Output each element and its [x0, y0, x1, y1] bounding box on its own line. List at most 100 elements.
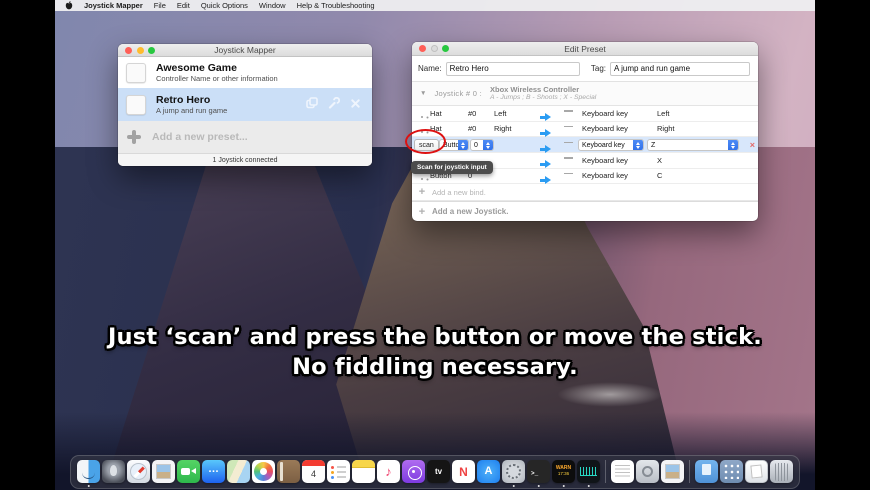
dock-trash-icon[interactable]	[770, 460, 793, 483]
edit-window-titlebar[interactable]: Edit Preset	[412, 42, 758, 56]
preset-thumbnail	[126, 62, 146, 83]
dock-applications-folder-icon[interactable]	[720, 460, 743, 483]
minimize-button[interactable]	[136, 47, 144, 54]
menu-app-name[interactable]: Joystick Mapper	[84, 1, 143, 10]
output-value: C	[657, 171, 663, 181]
close-button[interactable]	[125, 47, 132, 54]
dock-facetime-icon[interactable]	[177, 460, 200, 483]
dock-appstore-icon[interactable]: A	[477, 460, 500, 483]
dock-downloads-folder-icon[interactable]	[695, 460, 718, 483]
dock-launchpad-icon[interactable]	[102, 460, 125, 483]
zoom-button[interactable]	[148, 47, 155, 54]
close-button[interactable]	[419, 45, 426, 52]
dock-system-preferences-icon[interactable]	[502, 460, 525, 487]
dock-reminders-icon[interactable]	[327, 460, 350, 483]
menu-bar: Joystick Mapper File Edit Quick Options …	[55, 0, 815, 11]
menu-item-help[interactable]: Help & Troubleshooting	[297, 1, 375, 10]
controller-name: Xbox Wireless Controller	[490, 85, 580, 94]
popup-stepper-icon	[728, 140, 738, 150]
dock-safari-icon[interactable]	[127, 460, 150, 483]
minimize-button-disabled	[430, 45, 438, 52]
dock-activity-monitor-icon[interactable]	[577, 460, 600, 487]
output-device: Keyboard key	[582, 155, 628, 165]
dock: … 4 ♪ tv N A >_ WARN 17:36	[70, 455, 800, 489]
add-bind-row[interactable]: + Add a new bind.	[412, 184, 758, 201]
dock-pictures-icon[interactable]	[661, 460, 684, 483]
input-value: Right	[494, 124, 512, 134]
running-indicator-dot	[512, 484, 515, 487]
popup-stepper-icon	[483, 140, 493, 150]
joystick-section-header[interactable]: ▼ Joystick # 0 : Xbox Wireless Controlle…	[412, 82, 758, 106]
preset-thumbnail	[126, 94, 146, 115]
input-index-popup[interactable]: 0	[470, 139, 494, 151]
dock-calendar-icon[interactable]: 4	[302, 460, 325, 483]
preset-row-awesome-game[interactable]: Awesome Game Controller Name or other in…	[118, 57, 372, 88]
dock-disk-utility-icon[interactable]	[636, 460, 659, 483]
output-device: Keyboard key	[582, 171, 628, 181]
add-bind-plus-icon: +	[418, 186, 426, 198]
dock-notes-icon[interactable]	[352, 460, 375, 483]
menu-item-file[interactable]: File	[154, 1, 166, 10]
dock-messages-icon[interactable]: …	[202, 460, 225, 483]
joystick-mapper-window: Joystick Mapper Awesome Game Controller …	[118, 44, 372, 166]
dock-documents-stack-icon[interactable]	[745, 460, 768, 483]
add-preset-label: Add a new preset...	[152, 131, 248, 143]
dock-finder-icon[interactable]	[77, 460, 100, 487]
output-value: Right	[657, 124, 675, 134]
output-device-popup[interactable]: Keyboard key	[578, 139, 644, 151]
bind-row-hat-right[interactable]: Hat #0 Right Keyboard key Right	[412, 122, 758, 137]
dock-preview-icon[interactable]	[152, 460, 175, 483]
dock-retro-game-icon[interactable]: WARN 17:36	[552, 460, 575, 487]
output-value: X	[657, 155, 663, 165]
dock-podcasts-icon[interactable]	[402, 460, 425, 483]
name-tag-row: Name: Tag:	[412, 56, 758, 82]
dock-tv-icon[interactable]: tv	[427, 460, 450, 483]
input-index: #0	[468, 108, 477, 118]
dock-contacts-icon[interactable]	[277, 460, 300, 483]
delete-bind-icon[interactable]: ×	[750, 140, 755, 150]
apple-menu-icon[interactable]	[65, 1, 73, 10]
output-device: Keyboard key	[582, 108, 628, 118]
popup-stepper-icon	[458, 140, 468, 150]
screen: Joystick Mapper File Edit Quick Options …	[0, 0, 870, 490]
input-index: #0	[468, 124, 477, 134]
preset-row-retro-hero-selected[interactable]: Retro Hero A jump and run game	[118, 88, 372, 121]
dock-separator	[689, 460, 690, 483]
caption-text: Just ‘scan’ and press the button or move…	[55, 322, 815, 382]
dock-maps-icon[interactable]	[227, 460, 250, 483]
name-label: Name:	[418, 64, 442, 73]
preset-name-input[interactable]	[445, 61, 580, 76]
chevron-down-icon[interactable]: ▼	[420, 90, 426, 97]
dock-news-icon[interactable]: N	[452, 460, 475, 483]
add-joystick-plus-icon: +	[418, 205, 426, 218]
tag-label: Tag:	[590, 64, 606, 73]
edit-preset-wrench-icon[interactable]	[328, 96, 341, 114]
dock-photos-icon[interactable]	[252, 460, 275, 483]
output-key-popup[interactable]: Z	[647, 139, 739, 151]
preset-description: Controller Name or other information	[156, 74, 278, 83]
dock-music-icon[interactable]: ♪	[377, 460, 400, 483]
zoom-button[interactable]	[442, 45, 449, 52]
menu-item-quick-options[interactable]: Quick Options	[201, 1, 248, 10]
menu-item-window[interactable]: Window	[259, 1, 286, 10]
dock-terminal-icon[interactable]: >_	[527, 460, 550, 487]
edit-window-title: Edit Preset	[564, 43, 606, 54]
add-preset-row[interactable]: Add a new preset...	[118, 121, 372, 153]
input-value: Left	[494, 108, 507, 118]
menu-item-edit[interactable]: Edit	[177, 1, 190, 10]
preset-tag-input[interactable]	[610, 61, 750, 76]
add-joystick-label: Add a new Joystick.	[432, 207, 509, 216]
preset-window-titlebar[interactable]: Joystick Mapper	[118, 44, 372, 57]
input-type: Hat	[430, 108, 442, 118]
running-indicator-dot	[87, 484, 90, 487]
bind-row-hat-left[interactable]: Hat #0 Left Keyboard key Left	[412, 106, 758, 122]
dock-textedit-icon[interactable]	[611, 460, 634, 483]
add-joystick-row[interactable]: + Add a new Joystick.	[412, 201, 758, 221]
running-indicator-dot	[562, 484, 565, 487]
preset-description: A jump and run game	[156, 106, 228, 115]
bind-row-selected-scan[interactable]: scan Button 0 Keyboard key Z ×	[412, 137, 758, 153]
delete-preset-x-icon[interactable]	[350, 96, 361, 114]
scan-tooltip: Scan for joystick input	[411, 161, 493, 174]
caption-line-2: No fiddling necessary.	[292, 354, 578, 380]
duplicate-preset-icon[interactable]	[306, 96, 318, 114]
